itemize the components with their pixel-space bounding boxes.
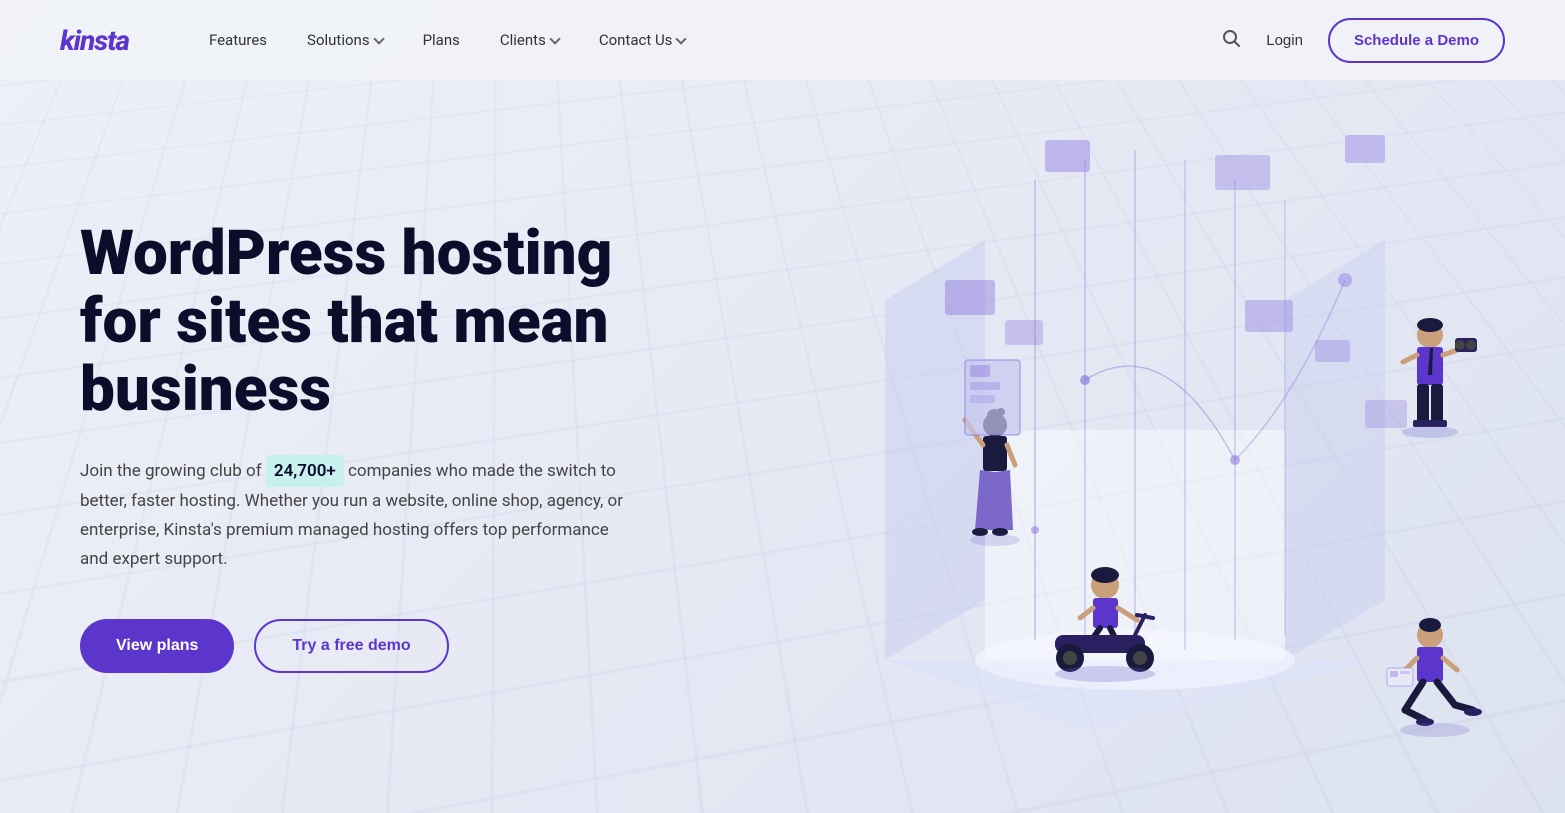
navbar: kinsta Features Solutions Plans Clients … <box>0 0 1565 80</box>
login-button[interactable]: Login <box>1266 32 1303 49</box>
nav-actions: Login Schedule a Demo <box>1221 18 1505 63</box>
hero-illustration <box>665 80 1565 813</box>
search-icon[interactable] <box>1221 28 1241 53</box>
nav-contact[interactable]: Contact Us <box>599 31 686 49</box>
logo[interactable]: kinsta <box>60 24 129 57</box>
nav-links: Features Solutions Plans Clients Contact… <box>209 31 1221 49</box>
hero-content: WordPress hosting for sites that mean bu… <box>80 220 700 673</box>
stats-badge: 24,700+ <box>266 455 344 488</box>
nav-plans[interactable]: Plans <box>423 31 460 49</box>
hero-title: WordPress hosting for sites that mean bu… <box>80 220 700 425</box>
chevron-down-icon <box>549 33 560 44</box>
hero-buttons: View plans Try a free demo <box>80 619 700 673</box>
chevron-down-icon <box>676 33 687 44</box>
view-plans-button[interactable]: View plans <box>80 619 234 673</box>
hero-section: WordPress hosting for sites that mean bu… <box>0 80 1565 813</box>
schedule-demo-button[interactable]: Schedule a Demo <box>1328 18 1505 63</box>
chevron-down-icon <box>373 33 384 44</box>
nav-clients[interactable]: Clients <box>500 31 559 49</box>
nav-features[interactable]: Features <box>209 31 267 49</box>
free-demo-button[interactable]: Try a free demo <box>254 619 448 673</box>
nav-solutions[interactable]: Solutions <box>307 31 383 49</box>
hero-description: Join the growing club of 24,700+ compani… <box>80 455 640 575</box>
